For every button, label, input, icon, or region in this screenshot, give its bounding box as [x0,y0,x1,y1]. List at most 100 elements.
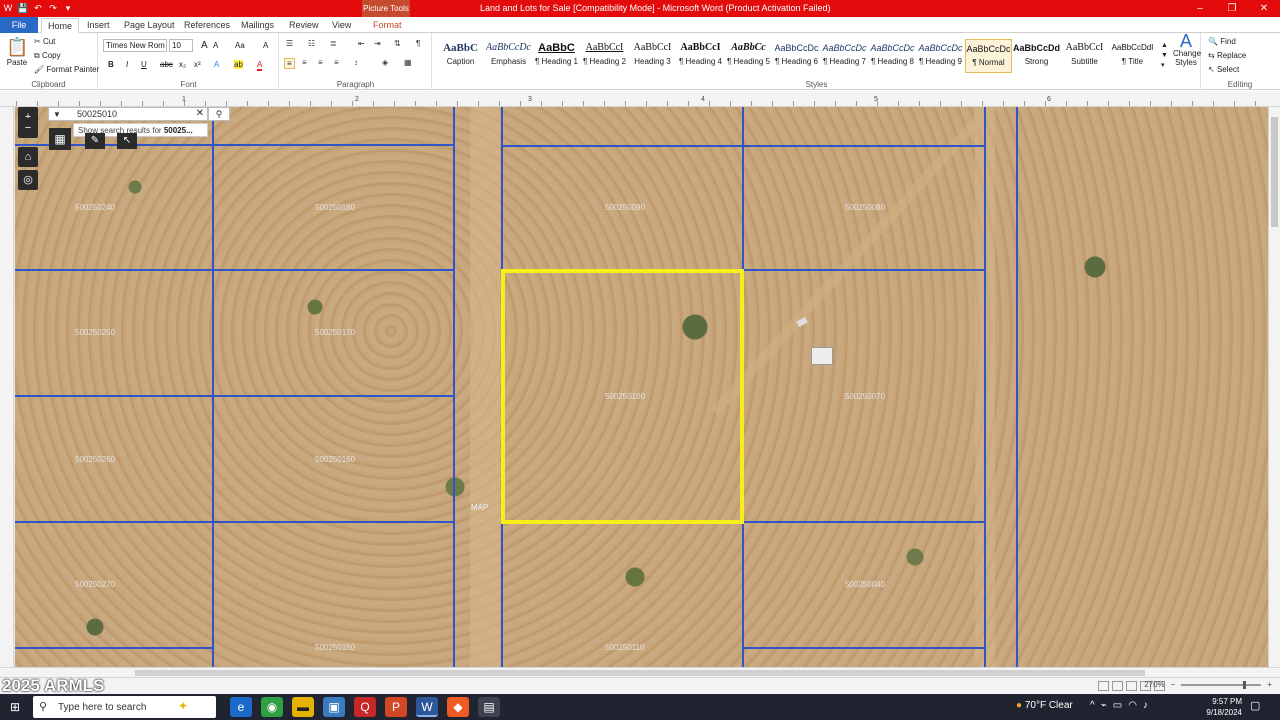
zoom-knob[interactable] [1243,680,1247,689]
full-screen-icon[interactable] [1112,681,1123,691]
paste-button[interactable]: 📋 Paste [6,37,28,73]
underline-button[interactable]: U [141,60,147,69]
word-icon[interactable]: W [416,697,438,717]
chevron-up-icon[interactable]: ^ [1090,700,1095,711]
search-button[interactable]: ⚲ [208,107,230,121]
basemap-button[interactable]: ▦ [49,128,71,150]
style-heading-3[interactable]: AaBbCcI Heading 3 [629,39,676,73]
wifi-icon[interactable]: ◠ [1128,700,1137,711]
highlight-button[interactable]: ab [234,60,243,69]
copy-button[interactable]: ⧉ Copy [34,51,61,61]
style-emphasis[interactable]: AaBbCcDc Emphasis [485,39,532,73]
chrome-icon[interactable]: ◉ [261,697,283,717]
subscript-button[interactable]: x₂ [179,60,186,69]
powerpoint-icon[interactable]: P [385,697,407,717]
style-title[interactable]: AaBbCcDdI ¶ Title [1109,39,1156,73]
tab-home[interactable]: Home [41,18,80,33]
replace-button[interactable]: ⇆ Replace [1208,51,1246,60]
style-heading-1[interactable]: AaBbC ¶ Heading 1 [533,39,580,73]
select-button[interactable]: ↖ Select [1208,65,1239,74]
styles-scroll[interactable]: ▲ ▼ ▾ [1161,41,1171,71]
justify-button[interactable]: ≡ [334,58,339,67]
change-case-button[interactable]: Aa [235,41,245,50]
numbering-button[interactable]: ☷ [308,39,315,48]
quicken-icon[interactable]: Q [354,697,376,717]
style-strong[interactable]: AaBbCcDd Strong [1013,39,1060,73]
line-spacing-button[interactable]: ↕ [354,58,358,67]
parcel-search-input[interactable] [77,108,187,120]
cut-button[interactable]: ✂ Cut [34,37,55,46]
horizontal-ruler[interactable]: 1 2 3 4 5 6 [0,91,1280,107]
minimize-button[interactable]: – [1184,0,1216,17]
chevron-down-icon[interactable]: ▼ [53,110,61,119]
tab-page-layout[interactable]: Page Layout [118,18,181,33]
notification-icon[interactable]: ▢ [1250,699,1260,712]
font-size-select[interactable]: 10 [169,39,193,52]
file-explorer-icon[interactable]: ▬ [292,697,314,717]
zoom-out-button[interactable]: − [18,118,38,138]
clock[interactable]: 9:57 PM 9/18/2024 [1204,696,1242,718]
print-layout-icon[interactable] [1098,681,1109,691]
tab-view[interactable]: View [326,18,357,33]
find-button[interactable]: 🔍 Find [1208,37,1236,46]
style-heading-2[interactable]: AaBbCcI ¶ Heading 2 [581,39,628,73]
windows-start-icon[interactable]: ⊞ [8,700,22,714]
parcel-map-image[interactable]: 500250240 500250180 500250090 500250080 … [15,107,1268,667]
tab-references[interactable]: References [178,18,236,33]
web-layout-icon[interactable] [1126,681,1137,691]
select-tool-button[interactable]: ↖ [117,133,137,149]
style-heading-7[interactable]: AaBbCcDc ¶ Heading 7 [821,39,868,73]
bullets-button[interactable]: ☰ [286,39,293,48]
vertical-scrollbar[interactable] [1268,107,1280,667]
style-heading-4[interactable]: AaBbCcI ¶ Heading 4 [677,39,724,73]
multilevel-button[interactable]: ≣ [330,39,337,48]
network-icon[interactable]: ⌁ [1101,700,1107,711]
maximize-button[interactable]: ❐ [1216,0,1248,17]
battery-icon[interactable]: ▭ [1113,700,1122,711]
style-normal[interactable]: AaBbCcDc ¶ Normal [965,39,1012,73]
home-button[interactable]: ⌂ [18,147,38,167]
volume-icon[interactable]: ♪ [1143,700,1148,711]
style-caption[interactable]: AaBbC Caption [437,39,484,73]
style-heading-9[interactable]: AaBbCcDc ¶ Heading 9 [917,39,964,73]
align-center-button[interactable]: ≡ [302,58,307,67]
weather-widget[interactable]: ● 70°F Clear [1016,700,1073,711]
tab-review[interactable]: Review [283,18,325,33]
app-icon[interactable]: ▤ [478,697,500,717]
style-heading-5[interactable]: AaBbCc ¶ Heading 5 [725,39,772,73]
superscript-button[interactable]: x² [194,60,201,69]
scroll-thumb[interactable] [135,670,1145,676]
borders-button[interactable]: ▦ [404,58,412,67]
style-subtitle[interactable]: AaBbCcI Subtitle [1061,39,1108,73]
align-left-button[interactable]: ≡ [284,58,295,69]
horizontal-scrollbar[interactable] [0,667,1280,677]
locate-button[interactable]: ◎ [18,170,38,190]
clear-icon[interactable]: ✕ [196,108,204,119]
style-heading-6[interactable]: AaBbCcDc ¶ Heading 6 [773,39,820,73]
grow-font-button[interactable]: A [201,40,208,51]
text-effects-button[interactable]: A [214,60,219,69]
zoom-level[interactable]: 270% [1144,680,1164,689]
redo-icon[interactable]: ↷ [47,2,59,14]
format-painter-button[interactable]: 🖌 Format Painter [34,65,99,74]
taskbar-search[interactable]: ⚲ Type here to search ✦ [33,696,216,718]
brave-icon[interactable]: ◆ [447,697,469,717]
bold-button[interactable]: B [108,60,114,69]
increase-indent-button[interactable]: ⇥ [374,39,381,48]
shading-button[interactable]: ◈ [382,58,388,67]
zoom-out-icon[interactable]: − [1171,680,1176,689]
style-heading-8[interactable]: AaBbCcDc ¶ Heading 8 [869,39,916,73]
scroll-thumb[interactable] [1271,117,1278,227]
edge-icon[interactable]: e [230,697,252,717]
align-right-button[interactable]: ≡ [318,58,323,67]
italic-button[interactable]: I [126,60,128,69]
sort-button[interactable]: ⇅ [394,39,401,48]
zoom-slider[interactable] [1181,680,1262,689]
vertical-ruler[interactable] [0,107,14,667]
tab-mailings[interactable]: Mailings [235,18,280,33]
show-marks-button[interactable]: ¶ [416,39,420,48]
tab-insert[interactable]: Insert [81,18,116,33]
change-styles-button[interactable]: A Change Styles [1173,32,1201,67]
store-icon[interactable]: ▣ [323,697,345,717]
draw-button[interactable]: ✎ [85,133,105,149]
